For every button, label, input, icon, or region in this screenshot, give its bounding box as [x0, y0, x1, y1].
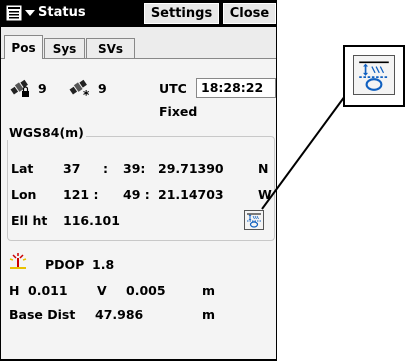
lat-minutes: 39: — [123, 161, 146, 176]
zoomed-icon-callout — [343, 45, 405, 107]
lat-label: Lat — [11, 161, 34, 176]
lat-hemisphere: N — [258, 161, 269, 176]
locked-satellite-count: 9 — [38, 81, 47, 96]
lat-separator: : — [103, 161, 108, 176]
svg-text:*: * — [83, 88, 90, 99]
lon-label: Lon — [11, 187, 37, 202]
v-precision-value: 0.005 — [126, 283, 166, 298]
tab-svs[interactable]: SVs — [86, 38, 135, 59]
fix-status: Fixed — [159, 104, 198, 119]
datum-label: WGS84(m) — [7, 125, 86, 140]
base-dist-unit: m — [202, 307, 216, 322]
antenna-icon — [7, 251, 29, 274]
utc-time-field: 18:28:22 — [196, 78, 276, 98]
lon-seconds: 21.14703 — [158, 187, 224, 202]
zoomed-height-projection-icon — [353, 55, 395, 95]
v-label: V — [97, 283, 107, 298]
status-window: Status Settings Close Pos Sys SVs 9 * 9 … — [0, 0, 277, 361]
ellht-label: Ell ht — [11, 213, 48, 228]
height-projection-icon — [247, 213, 261, 228]
lat-degrees: 37 — [63, 161, 81, 176]
base-dist-value: 47.986 — [95, 307, 144, 322]
lon-hemisphere: W — [258, 187, 272, 202]
base-dist-label: Base Dist — [9, 307, 76, 322]
tab-pos[interactable]: Pos — [4, 35, 43, 59]
tab-sys[interactable]: Sys — [44, 38, 85, 59]
h-precision-value: 0.011 — [28, 283, 68, 298]
window-title: Status — [38, 5, 86, 20]
pdop-label: PDOP — [45, 257, 85, 272]
utc-label: UTC — [159, 81, 187, 96]
start-menu-icon[interactable] — [3, 3, 25, 23]
satellite-tracked-icon: * — [68, 79, 92, 102]
pdop-value: 1.8 — [92, 257, 115, 272]
hv-unit: m — [202, 283, 216, 298]
lon-degrees: 121 : — [63, 187, 99, 202]
ellht-value: 116.101 — [63, 213, 120, 228]
satellite-locked-icon — [9, 79, 31, 102]
height-projection-button[interactable] — [244, 210, 264, 230]
title-bar: Status Settings Close — [1, 1, 276, 27]
tracked-satellite-count: 9 — [98, 81, 107, 96]
settings-button[interactable]: Settings — [144, 3, 219, 24]
lon-minutes: 49 : — [123, 187, 150, 202]
chevron-down-icon[interactable] — [25, 3, 35, 23]
tab-strip: Pos Sys SVs — [1, 27, 276, 59]
h-label: H — [9, 283, 20, 298]
close-button[interactable]: Close — [223, 3, 276, 24]
lat-seconds: 29.71390 — [158, 161, 224, 176]
